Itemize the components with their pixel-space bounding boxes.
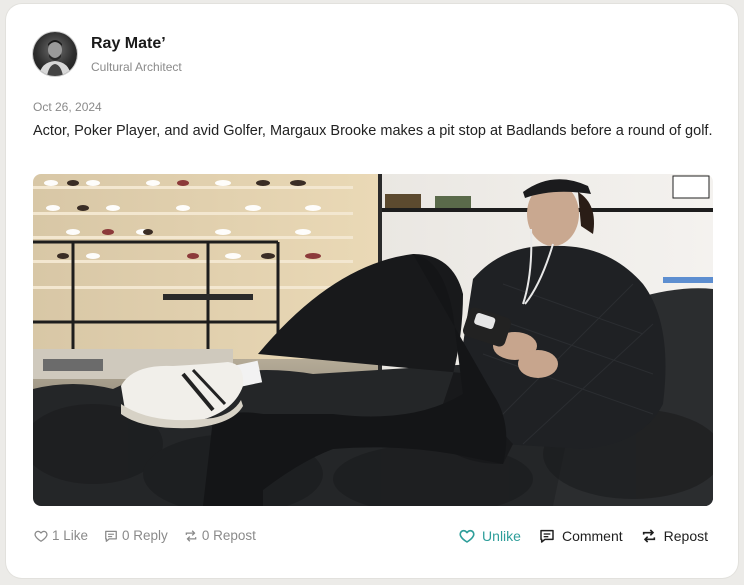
post-card: Ray Mate’ Cultural Architect Oct 26, 202… <box>6 4 738 578</box>
post-header: Ray Mate’ Cultural Architect <box>33 31 182 77</box>
repost-label: Repost <box>663 528 708 544</box>
post-date: Oct 26, 2024 <box>33 100 102 114</box>
speech-bubble-icon <box>105 530 117 542</box>
comment-bubble-icon <box>540 529 554 543</box>
reply-count-label: 0 Reply <box>122 528 168 543</box>
author-title: Cultural Architect <box>91 60 182 74</box>
post-stats: 1 Like 0 Reply 0 Repost <box>34 528 272 543</box>
author-name[interactable]: Ray Mate’ <box>91 34 182 54</box>
reply-count[interactable]: 0 Reply <box>104 528 168 543</box>
unlike-label: Unlike <box>482 528 521 544</box>
heart-outline-icon <box>459 529 475 543</box>
unlike-button[interactable]: Unlike <box>459 528 521 544</box>
heart-outline-icon <box>34 530 48 542</box>
comment-button[interactable]: Comment <box>539 528 623 544</box>
avatar[interactable] <box>33 32 77 76</box>
repost-button[interactable]: Repost <box>641 528 708 544</box>
post-photo-illustration <box>33 174 713 506</box>
like-count[interactable]: 1 Like <box>34 528 88 543</box>
post-image[interactable] <box>33 174 713 506</box>
post-text: Actor, Poker Player, and avid Golfer, Ma… <box>33 123 713 139</box>
post-actions: Unlike Comment Repost <box>459 528 708 544</box>
repost-arrows-icon <box>642 529 655 543</box>
comment-label: Comment <box>561 528 623 544</box>
author-block: Ray Mate’ Cultural Architect <box>91 34 182 74</box>
avatar-portrait-icon <box>39 40 71 76</box>
like-count-label: 1 Like <box>52 528 89 543</box>
repost-count-label: 0 Repost <box>201 528 256 543</box>
repost-arrows-icon <box>185 529 197 542</box>
repost-count[interactable]: 0 Repost <box>184 528 256 543</box>
